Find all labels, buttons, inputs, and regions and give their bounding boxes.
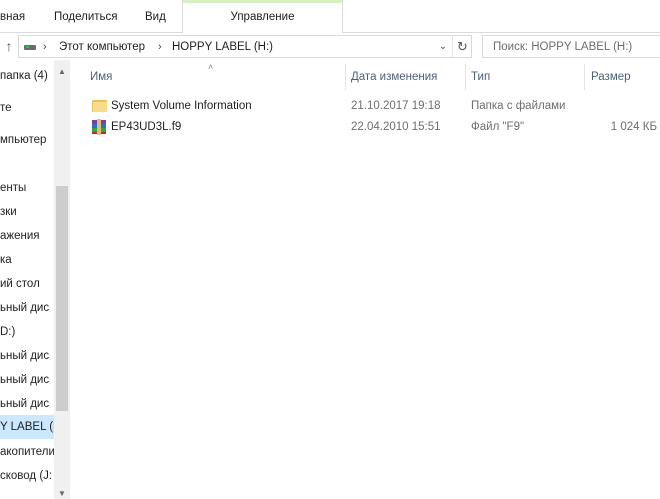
nav-item-drive-d[interactable]: D:) <box>0 320 54 344</box>
scrollbar-thumb[interactable] <box>56 186 68 411</box>
tab-view[interactable]: Вид <box>145 0 166 33</box>
refresh-icon[interactable]: ↻ <box>452 36 472 57</box>
nav-item-hoppy-label[interactable]: Y LABEL (H <box>0 415 54 439</box>
nav-item-folder[interactable]: папка (4) <box>0 64 54 88</box>
nav-item-local-disk[interactable]: ьный дис <box>0 296 54 320</box>
file-name: EP43UD3L.f9 <box>111 121 182 133</box>
column-header-type[interactable]: Тип <box>471 66 490 88</box>
nav-item-music[interactable]: ка <box>0 248 54 272</box>
column-header-size[interactable]: Размер <box>591 66 631 88</box>
file-date: 22.04.2010 15:51 <box>351 121 441 133</box>
tab-manage-label: Управление <box>230 11 295 23</box>
nav-item-local-disk[interactable]: ьный дис <box>0 344 54 368</box>
file-name: System Volume Information <box>111 100 252 112</box>
column-divider[interactable] <box>584 64 585 90</box>
chevron-right-icon[interactable]: › <box>43 38 47 56</box>
nav-item-local-disk[interactable]: ьный дис <box>0 392 54 416</box>
file-row[interactable]: EP43UD3L.f9 22.04.2010 15:51 Файл "F9" 1… <box>80 116 660 138</box>
chevron-right-icon[interactable]: › <box>158 38 162 56</box>
nav-item-dvd-drive[interactable]: сковод (J: <box>0 464 54 488</box>
file-row[interactable]: System Volume Information 21.10.2017 19:… <box>80 95 660 117</box>
address-bar[interactable]: › Этот компьютер › HOPPY LABEL (H:) ⌄ ↻ <box>18 35 472 58</box>
archive-file-icon <box>91 119 107 135</box>
nav-item-this-pc[interactable]: мпьютер <box>0 128 54 152</box>
column-divider[interactable] <box>345 64 346 90</box>
scroll-up-icon[interactable]: ▲ <box>54 66 70 78</box>
tab-manage[interactable]: Управление <box>182 0 343 33</box>
search-box[interactable]: Поиск: HOPPY LABEL (H:) <box>482 35 660 58</box>
sort-ascending-icon: ˄ <box>208 62 214 72</box>
file-size: 1 024 КБ <box>610 121 657 133</box>
chevron-down-icon[interactable]: ⌄ <box>434 38 452 56</box>
navigation-row: ↑ › Этот компьютер › HOPPY LABEL (H:) ⌄ … <box>0 33 660 60</box>
nav-item-downloads[interactable]: зки <box>0 200 54 224</box>
breadcrumb-drive[interactable]: HOPPY LABEL (H:) <box>172 38 273 56</box>
nav-item-documents[interactable]: енты <box>0 176 54 200</box>
file-type: Папка с файлами <box>471 100 566 112</box>
nav-item-pictures[interactable]: ажения <box>0 224 54 248</box>
column-header-name[interactable]: Имя <box>90 66 112 88</box>
search-input[interactable]: Поиск: HOPPY LABEL (H:) <box>493 38 632 56</box>
file-size <box>591 95 657 117</box>
nav-item-storage[interactable]: акопители <box>0 440 54 464</box>
scroll-down-icon[interactable]: ▼ <box>54 488 70 499</box>
file-date: 21.10.2017 19:18 <box>351 100 441 112</box>
nav-item-network[interactable]: те <box>0 96 54 120</box>
file-list: ˄ Имя Дата изменения Тип Размер System V… <box>80 60 660 499</box>
file-type: Файл "F9" <box>471 121 525 133</box>
tab-share[interactable]: Поделиться <box>54 0 118 33</box>
tab-home[interactable]: вная <box>0 0 25 33</box>
ribbon-tab-bar: вная Поделиться Вид Управление <box>0 0 660 33</box>
navigation-pane: папка (4) те мпьютер енты зки ажения ка … <box>0 60 70 499</box>
nav-scrollbar[interactable]: ▲ ▼ <box>54 60 70 499</box>
breadcrumb-this-pc[interactable]: Этот компьютер <box>59 38 145 56</box>
column-header-date[interactable]: Дата изменения <box>351 66 437 88</box>
nav-item-local-disk[interactable]: ьный дис <box>0 368 54 392</box>
column-divider[interactable] <box>465 64 466 90</box>
folder-icon <box>92 99 107 112</box>
nav-item-desktop[interactable]: ий стол <box>0 272 54 296</box>
drive-icon <box>24 45 36 50</box>
up-arrow-icon[interactable]: ↑ <box>2 38 16 54</box>
